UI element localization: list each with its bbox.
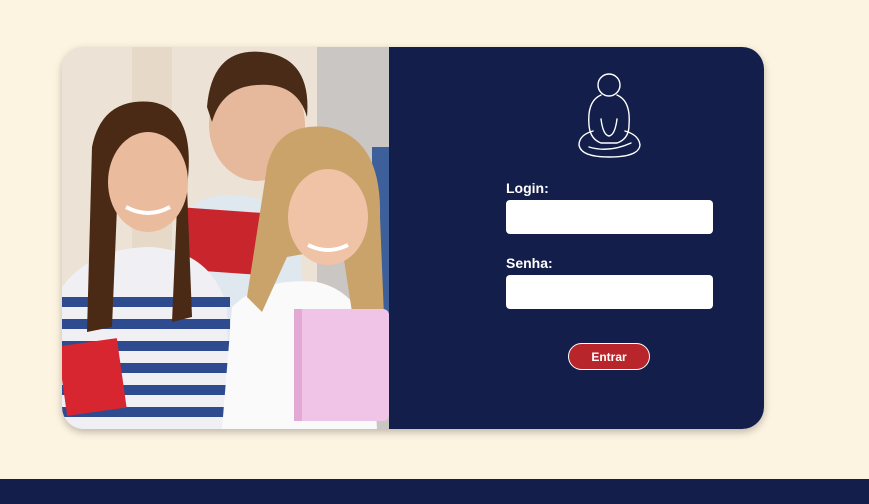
login-label: Login:: [506, 180, 549, 196]
login-card: Login: Senha: Entrar: [62, 47, 764, 429]
login-panel: Login: Senha: Entrar: [389, 47, 764, 429]
login-input[interactable]: [506, 200, 713, 234]
password-label: Senha:: [506, 255, 553, 271]
students-photo: [62, 47, 389, 429]
password-input[interactable]: [506, 275, 713, 309]
submit-button[interactable]: Entrar: [568, 343, 650, 370]
footer-bar: [0, 479, 869, 504]
meditating-person-icon: [573, 73, 645, 168]
